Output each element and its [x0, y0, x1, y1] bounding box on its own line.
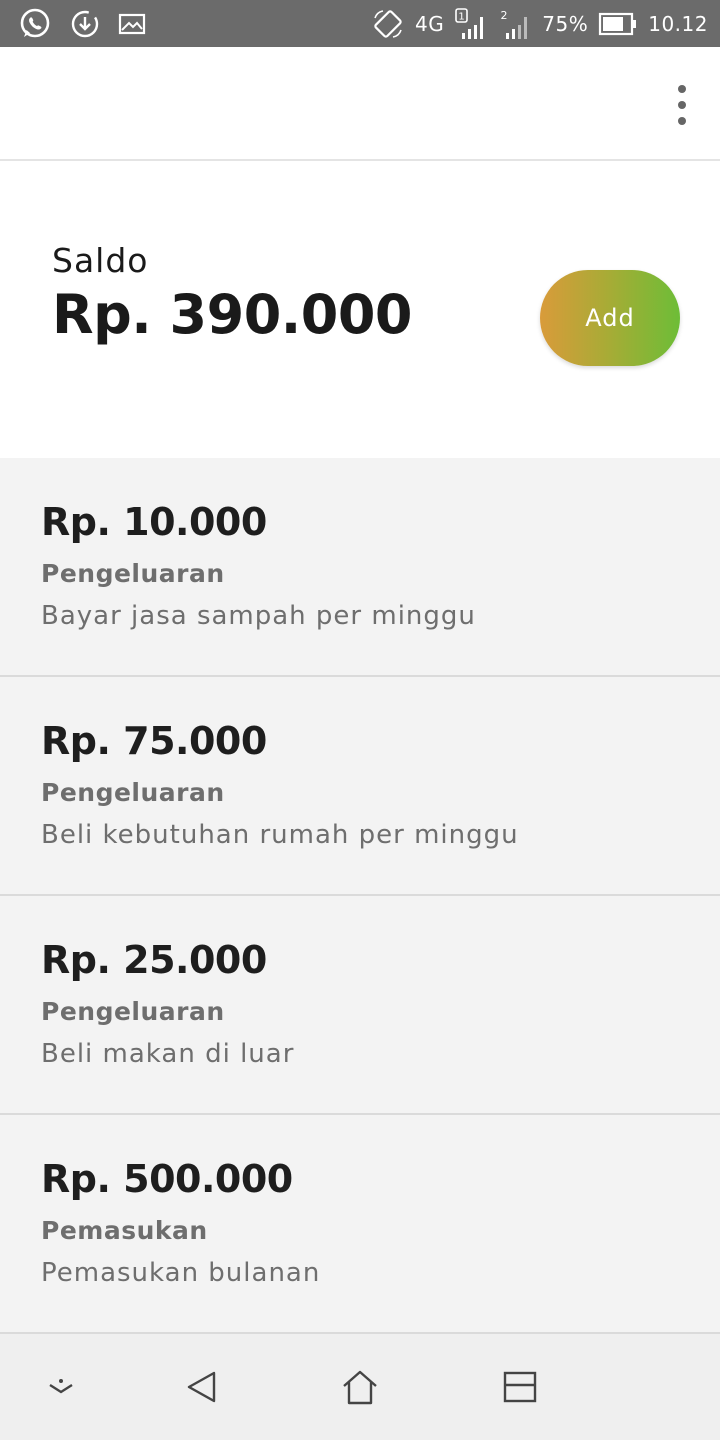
battery-percent: 75%	[542, 11, 589, 36]
whatsapp-icon	[18, 7, 52, 41]
transaction-list: Rp. 10.000 Pengeluaran Bayar jasa sampah…	[0, 458, 720, 1334]
transaction-type: Pemasukan	[41, 1216, 208, 1245]
list-item[interactable]: Rp. 500.000 Pemasukan Pemasukan bulanan	[0, 1115, 720, 1334]
transaction-description: Bayar jasa sampah per minggu	[41, 601, 476, 631]
menu-dot	[678, 85, 686, 93]
balance-card: Saldo Rp. 390.000 Add	[0, 161, 720, 458]
signal-sim2-icon: 2	[498, 7, 532, 41]
transaction-amount: Rp. 25.000	[41, 938, 267, 982]
battery-icon	[598, 12, 638, 36]
transaction-amount: Rp. 10.000	[41, 500, 267, 544]
transaction-type: Pengeluaran	[41, 778, 225, 807]
add-button[interactable]: Add	[540, 270, 680, 366]
transaction-type: Pengeluaran	[41, 997, 225, 1026]
clock: 10.12	[648, 11, 708, 36]
transaction-amount: Rp. 75.000	[41, 719, 267, 763]
overflow-menu-icon[interactable]	[672, 85, 692, 125]
svg-text:2: 2	[501, 9, 508, 22]
list-item[interactable]: Rp. 25.000 Pengeluaran Beli makan di lua…	[0, 896, 720, 1115]
transaction-amount: Rp. 500.000	[41, 1157, 293, 1201]
balance-label: Saldo	[52, 241, 149, 280]
back-icon[interactable]	[176, 1364, 226, 1410]
menu-dot	[678, 101, 686, 109]
list-item[interactable]: Rp. 75.000 Pengeluaran Beli kebutuhan ru…	[0, 677, 720, 896]
home-icon[interactable]	[335, 1364, 385, 1410]
rotate-icon	[371, 8, 405, 40]
transaction-description: Beli kebutuhan rumah per minggu	[41, 820, 519, 850]
app-bar	[0, 47, 720, 161]
menu-dot	[678, 117, 686, 125]
navigation-bar	[0, 1334, 720, 1440]
download-icon	[70, 9, 100, 39]
transaction-description: Beli makan di luar	[41, 1039, 295, 1069]
recents-icon[interactable]	[495, 1364, 545, 1410]
balance-amount: Rp. 390.000	[52, 283, 413, 346]
status-bar: 4G 1 2 75% 10.12	[0, 0, 720, 47]
network-type: 4G	[415, 11, 445, 36]
status-bar-system: 4G 1 2 75% 10.12	[371, 7, 708, 41]
transaction-type: Pengeluaran	[41, 559, 225, 588]
collapse-icon[interactable]	[36, 1364, 86, 1410]
status-bar-notifications	[18, 7, 146, 41]
signal-sim1-icon: 1	[454, 7, 488, 41]
transaction-description: Pemasukan bulanan	[41, 1258, 321, 1288]
image-icon	[118, 12, 146, 36]
svg-text:1: 1	[459, 11, 465, 22]
list-item[interactable]: Rp. 10.000 Pengeluaran Bayar jasa sampah…	[0, 458, 720, 677]
